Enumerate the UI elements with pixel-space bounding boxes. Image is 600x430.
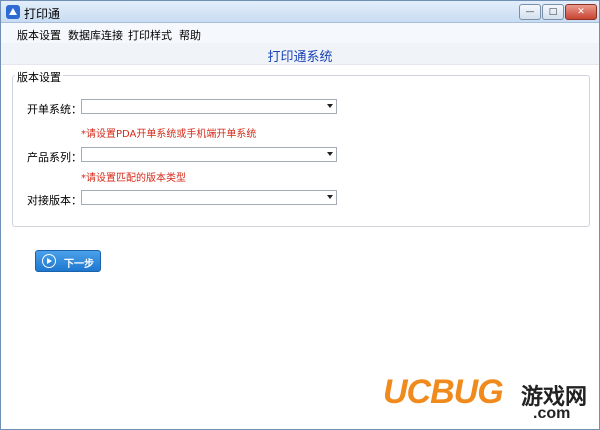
- system-title: 打印通系统: [267, 50, 333, 65]
- site-watermark: UCBUG 游戏网 .com: [383, 373, 593, 425]
- product-series-hint: *请设置匹配的版本类型: [81, 173, 186, 184]
- order-system-label: 开单系统：: [27, 103, 82, 116]
- product-series-label: 产品系列：: [27, 151, 82, 164]
- chevron-down-icon: [327, 195, 333, 199]
- group-legend: 版本设置: [15, 69, 63, 85]
- docking-version-label: 对接版本：: [27, 194, 82, 207]
- app-window: 打印通 — □ ✕ 版本设置 数据库连接 打印样式 帮助 打印通系统 版本设置 …: [0, 0, 600, 430]
- next-step-button[interactable]: 下一步: [35, 250, 101, 272]
- menu-bar: 版本设置 数据库连接 打印样式 帮助: [1, 23, 599, 43]
- window-title: 打印通: [24, 7, 61, 21]
- minimize-button[interactable]: —: [519, 4, 541, 20]
- chevron-down-icon: [327, 152, 333, 156]
- docking-version-select[interactable]: [81, 190, 337, 205]
- order-system-hint: *请设置PDA开单系统或手机端开单系统: [81, 129, 257, 140]
- close-button[interactable]: ✕: [565, 4, 597, 20]
- maximize-button[interactable]: □: [542, 4, 564, 20]
- play-circle-icon: [42, 254, 56, 268]
- next-step-label: 下一步: [64, 259, 94, 270]
- header-band: 打印通系统: [1, 43, 599, 65]
- chevron-down-icon: [327, 104, 333, 108]
- menu-version-settings[interactable]: 版本设置: [17, 27, 61, 43]
- product-series-select[interactable]: [81, 147, 337, 162]
- menu-database-connection[interactable]: 数据库连接: [68, 27, 123, 43]
- watermark-domain: .com: [533, 405, 571, 422]
- title-bar[interactable]: 打印通 — □ ✕: [1, 1, 599, 23]
- app-logo-icon: [6, 5, 20, 19]
- order-system-select[interactable]: [81, 99, 337, 114]
- menu-help[interactable]: 帮助: [179, 27, 201, 43]
- menu-print-style[interactable]: 打印样式: [128, 27, 172, 43]
- watermark-logo: UCBUG: [383, 373, 504, 411]
